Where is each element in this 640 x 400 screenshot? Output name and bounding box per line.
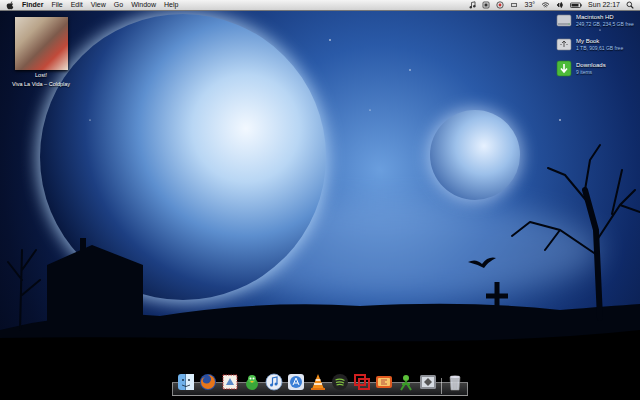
apple-menu-icon[interactable] bbox=[6, 1, 14, 10]
menu-bar-status: 33° Sun 22:17 bbox=[469, 0, 634, 10]
dock bbox=[172, 370, 468, 398]
track-artist: Viva La Vida – Coldplay bbox=[12, 81, 70, 88]
hard-drive-icon[interactable] bbox=[556, 12, 572, 29]
preview-icon[interactable] bbox=[419, 373, 437, 391]
menu-bar: Finder File Edit View Go Window Help 33° Sun 22:… bbox=[0, 0, 640, 11]
menu-item[interactable]: File bbox=[51, 0, 62, 10]
menu-item[interactable]: Window bbox=[131, 0, 156, 10]
external-drive-icon[interactable] bbox=[556, 36, 572, 53]
monitor-icon[interactable] bbox=[510, 1, 518, 9]
menu-item[interactable]: Help bbox=[164, 0, 178, 10]
spotify-icon[interactable] bbox=[331, 373, 349, 391]
record-icon[interactable] bbox=[496, 1, 504, 9]
finder-icon[interactable] bbox=[177, 373, 195, 391]
dock-separator bbox=[441, 378, 442, 394]
mail-icon[interactable] bbox=[221, 373, 239, 391]
app-store-icon[interactable] bbox=[287, 373, 305, 391]
app-status-icon[interactable] bbox=[482, 1, 490, 9]
music-note-icon[interactable] bbox=[469, 1, 476, 9]
adium-icon[interactable] bbox=[243, 373, 261, 391]
temperature[interactable]: 33° bbox=[524, 0, 535, 10]
battery-icon[interactable] bbox=[570, 1, 582, 9]
desktop-icon[interactable]: My Book1 TB, 909,61 GB free bbox=[556, 36, 636, 53]
wifi-icon[interactable] bbox=[541, 1, 550, 9]
wallpaper bbox=[0, 0, 640, 400]
desktop-icons: Macintosh HD249,72 GB, 234,5 GB free My B… bbox=[556, 12, 636, 77]
desktop-icon-text: Downloads9 items bbox=[576, 62, 606, 75]
desktop-icon-label[interactable]: Downloads bbox=[576, 62, 606, 69]
menu-item[interactable]: Go bbox=[114, 0, 123, 10]
downloads-folder-icon[interactable] bbox=[556, 60, 572, 77]
desktop-icon-info: 1 TB, 909,61 GB free bbox=[576, 45, 623, 51]
transmission-icon[interactable] bbox=[375, 373, 393, 391]
now-playing-widget[interactable]: Lost! Viva La Vida – Coldplay bbox=[8, 17, 74, 87]
parallels-icon[interactable] bbox=[353, 373, 371, 391]
desktop-icon-info: 9 items bbox=[576, 69, 606, 75]
spotlight-icon[interactable] bbox=[626, 1, 634, 9]
desktop-icon-label[interactable]: Macintosh HD bbox=[576, 14, 634, 21]
itunes-icon[interactable] bbox=[265, 373, 283, 391]
vlc-icon[interactable] bbox=[309, 373, 327, 391]
desktop-icon-label[interactable]: My Book bbox=[576, 38, 623, 45]
app-menu[interactable]: Finder bbox=[22, 0, 43, 10]
xbmc-icon[interactable] bbox=[397, 373, 415, 391]
desktop-icon[interactable]: Macintosh HD249,72 GB, 234,5 GB free bbox=[556, 12, 636, 29]
desktop: Finder File Edit View Go Window Help 33° Sun 22:… bbox=[0, 0, 640, 400]
firefox-icon[interactable] bbox=[199, 373, 217, 391]
album-cover[interactable] bbox=[15, 17, 68, 70]
volume-icon[interactable] bbox=[556, 1, 564, 9]
desktop-icon-text: My Book1 TB, 909,61 GB free bbox=[576, 38, 623, 51]
trash-icon[interactable] bbox=[446, 373, 464, 391]
track-title: Lost! bbox=[35, 72, 47, 79]
desktop-icon-text: Macintosh HD249,72 GB, 234,5 GB free bbox=[576, 14, 634, 27]
desktop-icon-info: 249,72 GB, 234,5 GB free bbox=[576, 21, 634, 27]
menu-item[interactable]: Edit bbox=[71, 0, 83, 10]
menu-bar-left: Finder File Edit View Go Window Help bbox=[6, 0, 178, 10]
desktop-icon[interactable]: Downloads9 items bbox=[556, 60, 636, 77]
menu-item[interactable]: View bbox=[91, 0, 106, 10]
clock[interactable]: Sun 22:17 bbox=[588, 0, 620, 10]
